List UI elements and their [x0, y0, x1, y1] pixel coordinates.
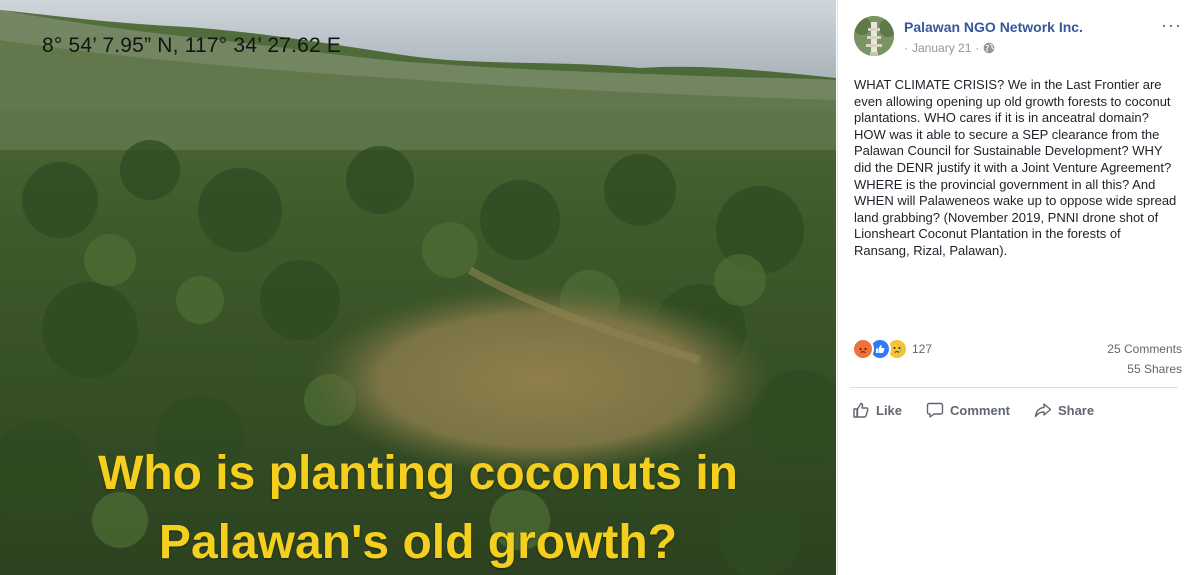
- headline-line-1: Who is planting coconuts in: [98, 447, 738, 500]
- post-meta: · January 21 ·: [904, 41, 995, 55]
- share-label: Share: [1057, 402, 1095, 418]
- comments-count-link[interactable]: 25 Comments: [1107, 342, 1182, 356]
- comment-label: Comment: [950, 402, 1010, 418]
- comment-icon: [926, 402, 944, 418]
- share-icon: [1034, 403, 1052, 418]
- divider-top: [850, 387, 1178, 388]
- shares-count-link[interactable]: 55 Shares: [1127, 362, 1182, 376]
- ellipsis-icon[interactable]: ···: [1161, 16, 1182, 34]
- gps-coordinates: 8° 54’ 7.95” N, 117° 34’ 27.62 E: [42, 34, 342, 57]
- post-date-link[interactable]: January 21: [912, 41, 971, 55]
- post-photo[interactable]: 8° 54’ 7.95” N, 117° 34’ 27.62 E Who is …: [0, 0, 836, 575]
- reactions-summary[interactable]: 127: [852, 338, 932, 360]
- thumbs-up-icon: [853, 402, 869, 418]
- like-label: Like: [876, 402, 903, 418]
- page-avatar[interactable]: [854, 16, 894, 56]
- post-panel: Palawan NGO Network Inc. · January 21 · …: [837, 0, 1189, 575]
- post-body-text: WHAT CLIMATE CRISIS? We in the Last Fron…: [854, 77, 1177, 258]
- pagoda-logo-icon: [854, 16, 894, 56]
- comment-button[interactable]: Comment: [926, 396, 1010, 424]
- share-button[interactable]: Share: [1034, 396, 1094, 424]
- post-actions: Like Comment Share: [852, 396, 1118, 424]
- page-name-link[interactable]: Palawan NGO Network Inc.: [904, 19, 1083, 35]
- angry-reaction-icon: [852, 338, 874, 360]
- meta-separator-2: ·: [975, 41, 980, 55]
- reaction-count: 127: [912, 342, 933, 356]
- globe-icon[interactable]: [983, 42, 995, 54]
- headline-line-2: Palawan's old growth?: [158, 516, 678, 569]
- meta-separator: ·: [904, 41, 908, 55]
- like-button[interactable]: Like: [852, 396, 902, 424]
